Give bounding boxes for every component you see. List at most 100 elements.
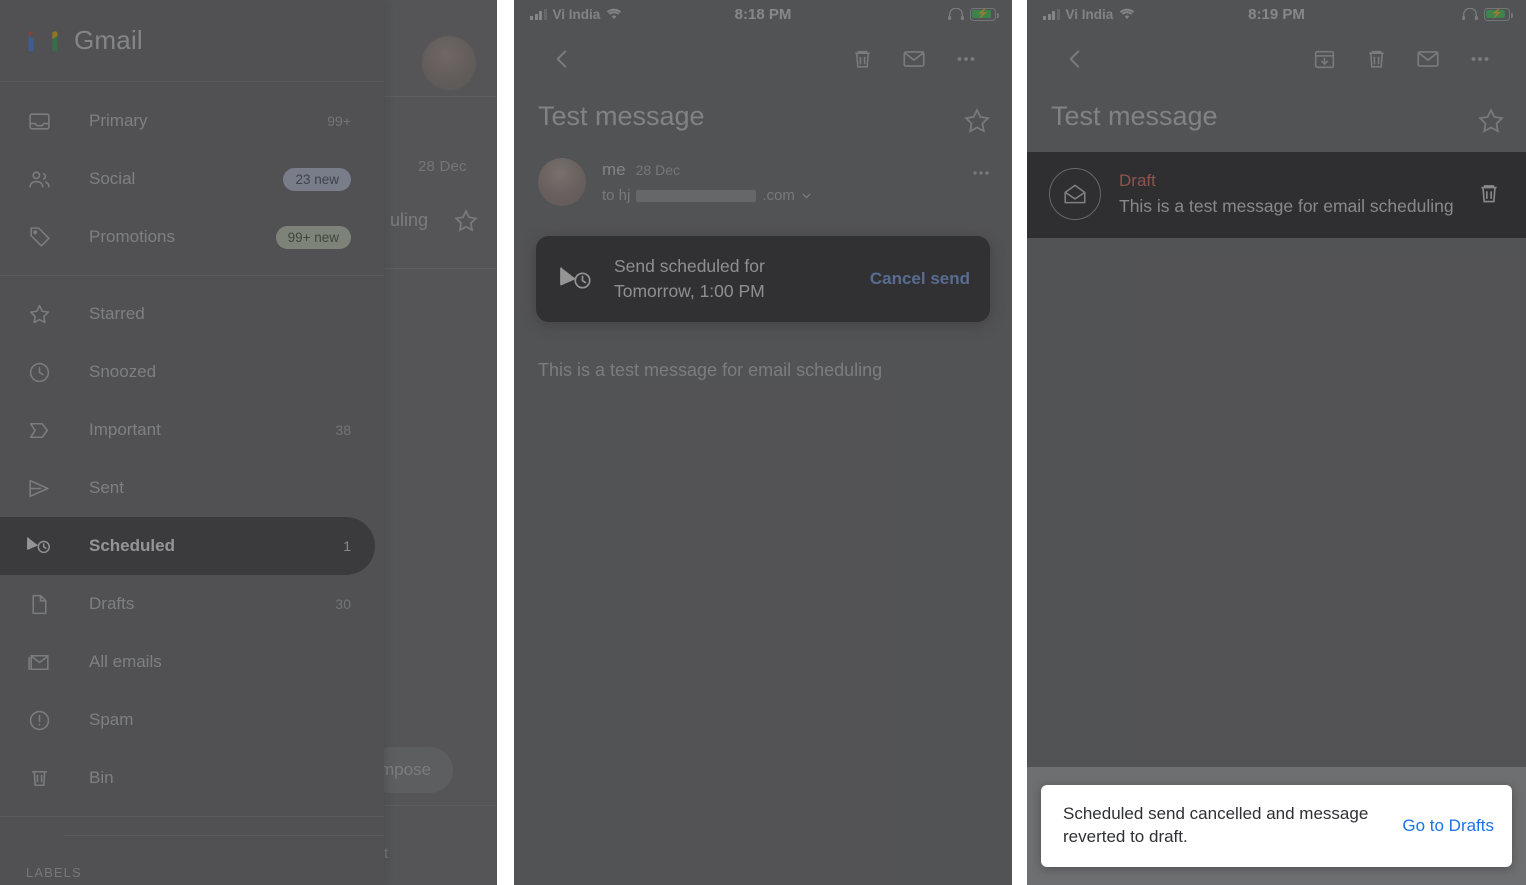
- list-item-subject-fragment: uling: [390, 210, 429, 230]
- labels-section-header: LABELS: [26, 865, 82, 880]
- drawer-nav-list: Primary 99+ Social 23 new Promotions 99+ new S…: [0, 82, 384, 817]
- mail-subject: Test message: [1051, 101, 1218, 131]
- sidebar-item-social[interactable]: Social 23 new: [0, 150, 375, 208]
- delete-button[interactable]: [1350, 36, 1402, 82]
- mail-toolbar: [1027, 28, 1526, 90]
- sidebar-item-important[interactable]: Important 38: [0, 401, 375, 459]
- tag-icon: [26, 224, 52, 250]
- drawer-divider: [0, 816, 384, 817]
- sidebar-item-label: All emails: [89, 652, 162, 671]
- star-icon: [26, 301, 52, 327]
- sidebar-item-count: 1: [343, 538, 351, 554]
- gmail-wordmark: Gmail: [74, 25, 143, 55]
- delete-button[interactable]: [836, 36, 888, 82]
- mark-unread-button[interactable]: [888, 36, 940, 82]
- sidebar-item-starred[interactable]: Starred: [0, 285, 375, 343]
- sidebar-item-label: Spam: [89, 710, 134, 729]
- sidebar-item-label: Drafts: [89, 594, 135, 613]
- status-bar-clock: 8:18 PM: [734, 5, 792, 23]
- sidebar-item-badge: 23 new: [283, 167, 351, 191]
- panel-gap: [1012, 0, 1027, 885]
- sender-row: me 28 Dec to hj .com: [514, 152, 1012, 206]
- drawer-divider: [64, 835, 384, 836]
- sender-date: 28 Dec: [635, 162, 680, 178]
- trash-icon: [26, 765, 52, 791]
- sidebar-item-spam[interactable]: Spam: [0, 691, 375, 749]
- list-avatar: [422, 36, 476, 90]
- send-icon: [26, 475, 52, 501]
- delete-draft-button[interactable]: [1472, 181, 1506, 207]
- toast-message: Send scheduled for Tomorrow, 1:00 PM: [614, 254, 842, 304]
- redacted-email-block: [636, 189, 757, 202]
- sender-meta: me 28 Dec to hj .com: [602, 158, 970, 204]
- sidebar-item-label: Snoozed: [89, 362, 157, 381]
- battery-charging-icon: ⚡: [970, 7, 1000, 21]
- screenshot-stage: 28 Dec uling mpose t Gmail Primary 99+ S…: [0, 0, 1526, 885]
- panel-draft-reverted: Vi India 8:19 PM ⚡ Test message Draft Th…: [1027, 0, 1526, 885]
- recipient-suffix: .com: [762, 187, 795, 204]
- go-to-drafts-button[interactable]: Go to Drafts: [1402, 816, 1494, 836]
- status-bar-clock: 8:19 PM: [1248, 5, 1305, 23]
- sidebar-item-label: Scheduled: [89, 536, 175, 555]
- gmail-logo-icon: [26, 28, 60, 54]
- open-envelope-icon: [1049, 168, 1101, 220]
- clock-icon: [26, 359, 52, 385]
- draft-file-icon: [26, 591, 52, 617]
- people-icon: [26, 166, 52, 192]
- panel-gmail-drawer: 28 Dec uling mpose t Gmail Primary 99+ S…: [0, 0, 497, 885]
- sidebar-item-label: Primary: [89, 111, 148, 130]
- star-icon[interactable]: [452, 207, 480, 235]
- draft-badge: Draft: [1119, 171, 1156, 190]
- back-button[interactable]: [536, 36, 588, 82]
- scheduled-send-toast: Send scheduled for Tomorrow, 1:00 PM Can…: [536, 236, 990, 322]
- navigation-drawer: Gmail Primary 99+ Social 23 new Promotions 99…: [0, 0, 384, 885]
- recipient-line[interactable]: to hj .com: [602, 187, 970, 204]
- list-item-date: 28 Dec: [418, 158, 467, 175]
- draft-meta: Draft This is a test message for email s…: [1119, 171, 1454, 217]
- compose-label: mpose: [380, 760, 432, 779]
- all-mail-icon: [26, 649, 52, 675]
- cancel-send-button[interactable]: Cancel send: [860, 269, 970, 289]
- panel-scheduled-toast: Vi India 8:18 PM ⚡ Test message me 28 De…: [514, 0, 1012, 885]
- message-more-options-button[interactable]: [970, 158, 992, 184]
- back-button[interactable]: [1049, 36, 1101, 82]
- archive-button[interactable]: [1298, 36, 1350, 82]
- important-icon: [26, 417, 52, 443]
- draft-row[interactable]: Draft This is a test message for email s…: [1027, 152, 1526, 238]
- more-options-button[interactable]: [1454, 36, 1506, 82]
- sidebar-item-sent[interactable]: Sent: [0, 459, 375, 517]
- sender-name: me: [602, 160, 626, 179]
- subject-row: Test message: [514, 90, 1012, 152]
- battery-charging-icon: ⚡: [1484, 7, 1514, 21]
- list-divider: [384, 805, 497, 806]
- mark-unread-button[interactable]: [1402, 36, 1454, 82]
- sidebar-item-bin[interactable]: Bin: [0, 749, 375, 807]
- mail-subject: Test message: [538, 101, 705, 131]
- sidebar-item-label: Important: [89, 420, 161, 439]
- chevron-down-icon[interactable]: [800, 189, 813, 202]
- avatar: [538, 158, 586, 206]
- sidebar-item-drafts[interactable]: Drafts 30: [0, 575, 375, 633]
- status-bar: Vi India 8:18 PM ⚡: [514, 0, 1012, 28]
- toast-line-1: Send scheduled for: [614, 256, 765, 276]
- toast-line-2: Tomorrow, 1:00 PM: [614, 280, 765, 301]
- sidebar-item-count: 38: [335, 422, 351, 438]
- more-options-button[interactable]: [940, 36, 992, 82]
- star-icon[interactable]: [962, 106, 992, 136]
- drawer-divider: [0, 275, 384, 276]
- snackbar-message: Scheduled send cancelled and message rev…: [1063, 804, 1369, 847]
- sidebar-item-label: Promotions: [89, 227, 175, 246]
- inbox-icon: [26, 108, 52, 134]
- mail-toolbar: [514, 28, 1012, 90]
- snackbar: Scheduled send cancelled and message rev…: [1041, 785, 1512, 867]
- sidebar-item-badge: 99+ new: [275, 225, 351, 249]
- sidebar-item-promotions[interactable]: Promotions 99+ new: [0, 208, 375, 266]
- list-divider: [384, 268, 497, 269]
- recipient-prefix: to hj: [602, 187, 631, 204]
- sidebar-item-all-emails[interactable]: All emails: [0, 633, 375, 691]
- list-divider: [384, 96, 497, 97]
- sidebar-item-snoozed[interactable]: Snoozed: [0, 343, 375, 401]
- star-icon[interactable]: [1476, 106, 1506, 136]
- sidebar-item-primary[interactable]: Primary 99+: [0, 92, 375, 150]
- sidebar-item-scheduled[interactable]: Scheduled 1: [0, 517, 375, 575]
